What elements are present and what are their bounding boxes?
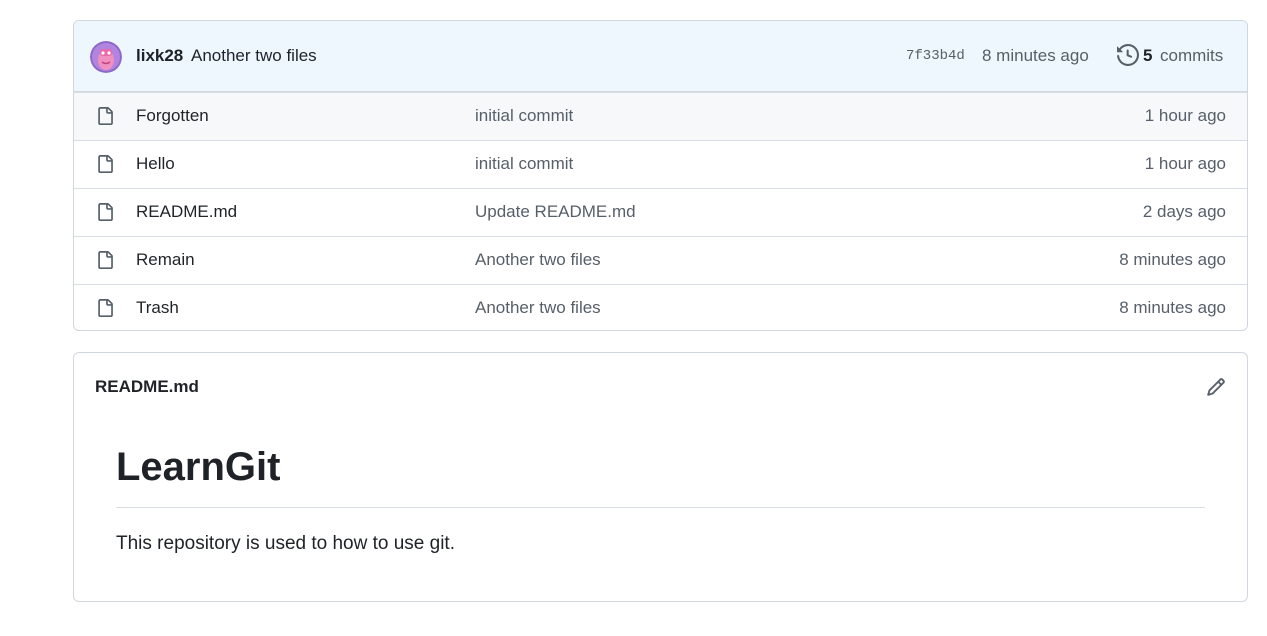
file-age: 1 hour ago — [1144, 106, 1226, 125]
file-commit-link[interactable]: Update README.md — [475, 202, 636, 222]
avatar[interactable] — [90, 41, 122, 73]
file-icon — [96, 202, 114, 222]
commit-count[interactable]: 5 — [1143, 46, 1152, 66]
file-name-link[interactable]: Remain — [136, 250, 195, 270]
readme-paragraph: This repository is used to how to use gi… — [116, 533, 455, 554]
commit-author-link[interactable]: lixk28 — [136, 46, 183, 66]
file-name-link[interactable]: Trash — [136, 298, 179, 318]
file-row[interactable]: README.md Update README.md 2 days ago — [74, 188, 1247, 236]
commit-message-link[interactable]: Another two files — [191, 46, 317, 66]
file-icon — [96, 298, 114, 318]
file-row[interactable]: Hello initial commit 1 hour ago — [74, 140, 1247, 188]
file-icon — [96, 106, 114, 126]
readme-filename-link[interactable]: README.md — [95, 377, 199, 397]
file-commit-link[interactable]: initial commit — [475, 154, 573, 174]
file-commit-link[interactable]: Another two files — [475, 298, 601, 318]
readme-divider — [116, 507, 1205, 508]
file-icon — [96, 154, 114, 174]
readme-box: README.md LearnGit This repository is us… — [73, 352, 1248, 602]
pencil-icon[interactable] — [1206, 377, 1226, 397]
file-age: 8 minutes ago — [1119, 250, 1226, 269]
commit-time: 8 minutes ago — [982, 46, 1089, 65]
file-icon — [96, 250, 114, 270]
file-row[interactable]: Trash Another two files 8 minutes ago — [74, 284, 1247, 330]
file-age: 1 hour ago — [1144, 154, 1226, 173]
file-name-link[interactable]: README.md — [136, 202, 237, 222]
file-row[interactable]: Remain Another two files 8 minutes ago — [74, 236, 1247, 284]
file-list-box: lixk28 Another two files 7f33b4d 8 minut… — [73, 20, 1248, 331]
file-row[interactable]: Forgotten initial commit 1 hour ago — [74, 92, 1247, 140]
file-commit-link[interactable]: initial commit — [475, 106, 573, 126]
file-age: 8 minutes ago — [1119, 298, 1226, 317]
latest-commit-bar: lixk28 Another two files 7f33b4d 8 minut… — [74, 21, 1247, 92]
file-age: 2 days ago — [1142, 202, 1226, 221]
history-icon[interactable] — [1117, 43, 1140, 67]
readme-heading: LearnGit — [116, 445, 281, 489]
file-commit-link[interactable]: Another two files — [475, 250, 601, 270]
commit-sha-link[interactable]: 7f33b4d — [906, 48, 965, 64]
file-name-link[interactable]: Forgotten — [136, 106, 209, 126]
commits-link[interactable]: commits — [1160, 46, 1223, 66]
file-name-link[interactable]: Hello — [136, 154, 175, 174]
